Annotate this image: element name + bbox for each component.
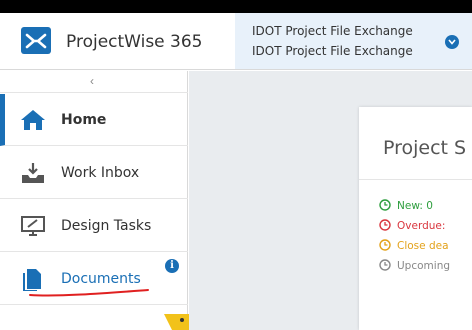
- sidebar-item-documents[interactable]: Documents i: [0, 253, 188, 305]
- stat-label: Close dea: [397, 240, 449, 252]
- project-name-line1: IDOT Project File Exchange: [252, 24, 413, 38]
- sidebar-item-work-inbox[interactable]: Work Inbox: [0, 147, 188, 199]
- sidebar-collapse-row: ‹: [0, 71, 188, 93]
- main-content: Project S New: 0 Overdue: Close dea Upco…: [189, 71, 472, 330]
- project-summary-card: Project S New: 0 Overdue: Close dea Upco…: [359, 107, 472, 330]
- sidebar-item-design-tasks[interactable]: Design Tasks: [0, 200, 188, 252]
- stat-label: Upcoming: [397, 260, 451, 272]
- divider: [359, 179, 472, 180]
- stat-label: New: 0: [397, 200, 433, 212]
- sidebar-item-home[interactable]: Home: [0, 94, 188, 146]
- sidebar-item-label: Work Inbox: [61, 165, 140, 181]
- stat-new[interactable]: New: 0: [379, 199, 433, 212]
- clock-icon: [379, 219, 391, 231]
- app-name: ProjectWise 365: [66, 32, 203, 52]
- monitor-icon: [21, 216, 45, 236]
- clock-icon: [379, 199, 391, 211]
- sidebar-item-label: Home: [61, 112, 107, 128]
- home-icon: [21, 110, 45, 130]
- card-title: Project S: [383, 137, 467, 159]
- stat-overdue[interactable]: Overdue:: [379, 219, 445, 232]
- sidebar-item-label: Design Tasks: [61, 218, 152, 234]
- clock-icon: [379, 259, 391, 271]
- notification-tag-icon: [164, 314, 190, 330]
- chevron-left-icon[interactable]: ‹: [90, 74, 94, 88]
- clock-icon: [379, 239, 391, 251]
- projectwise-logo-icon[interactable]: [21, 27, 51, 54]
- red-underline-annotation: [29, 289, 149, 297]
- stat-upcoming[interactable]: Upcoming: [379, 259, 450, 272]
- project-name-line2: IDOT Project File Exchange: [252, 44, 413, 58]
- stat-label: Overdue:: [397, 220, 446, 232]
- app-header: ProjectWise 365 IDOT Project File Exchan…: [0, 13, 472, 70]
- sidebar: ‹ Home Work Inbox Design Tasks Documents…: [0, 71, 190, 330]
- inbox-icon: [22, 163, 44, 183]
- sidebar-item-label: Documents: [61, 271, 141, 287]
- project-selector[interactable]: IDOT Project File Exchange IDOT Project …: [235, 13, 472, 69]
- chevron-down-icon[interactable]: [445, 35, 459, 49]
- window-top-bar: [0, 0, 472, 13]
- stat-close-deadline[interactable]: Close dea: [379, 239, 449, 252]
- info-icon[interactable]: i: [165, 259, 179, 273]
